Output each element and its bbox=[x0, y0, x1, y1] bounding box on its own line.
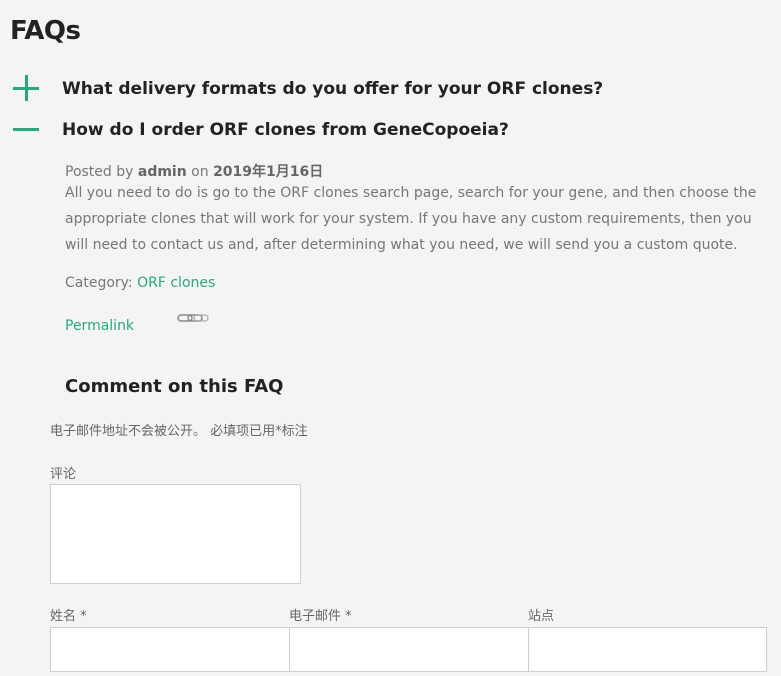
posted-by-label: Posted by bbox=[65, 164, 134, 180]
faq-question[interactable]: How do I order ORF clones from GeneCopoe… bbox=[62, 120, 509, 140]
site-input[interactable] bbox=[528, 627, 767, 672]
comment-textarea[interactable] bbox=[50, 484, 301, 584]
category-link[interactable]: ORF clones bbox=[137, 275, 215, 291]
name-input[interactable] bbox=[50, 627, 290, 672]
email-label: 电子邮件 * bbox=[289, 609, 352, 624]
plus-icon[interactable] bbox=[12, 74, 42, 104]
name-label: 姓名 * bbox=[50, 609, 87, 624]
site-label: 站点 bbox=[528, 609, 555, 624]
post-meta: Posted by admin on 2019年1月16日 bbox=[65, 161, 323, 181]
chain-link-icon[interactable] bbox=[177, 312, 209, 324]
faq-item-expanded[interactable]: How do I order ORF clones from GeneCopoe… bbox=[12, 115, 509, 145]
email-input[interactable] bbox=[289, 627, 529, 672]
author-name: admin bbox=[137, 164, 187, 180]
on-label: on bbox=[191, 164, 209, 180]
comment-label: 评论 bbox=[50, 467, 77, 482]
category-label: Category: bbox=[65, 275, 133, 291]
faq-item[interactable]: What delivery formats do you offer for y… bbox=[12, 74, 603, 104]
permalink-link[interactable]: Permalink bbox=[65, 318, 134, 334]
post-date: 2019年1月16日 bbox=[213, 164, 324, 180]
faq-question[interactable]: What delivery formats do you offer for y… bbox=[62, 79, 603, 99]
required-notice: 电子邮件地址不会被公开。 必填项已用*标注 bbox=[50, 424, 308, 439]
category-line: Category: ORF clones bbox=[65, 275, 215, 291]
page-title: FAQs bbox=[10, 16, 81, 46]
comment-heading: Comment on this FAQ bbox=[65, 376, 284, 397]
faq-answer: All you need to do is go to the ORF clon… bbox=[65, 185, 757, 253]
minus-icon[interactable] bbox=[12, 115, 42, 145]
